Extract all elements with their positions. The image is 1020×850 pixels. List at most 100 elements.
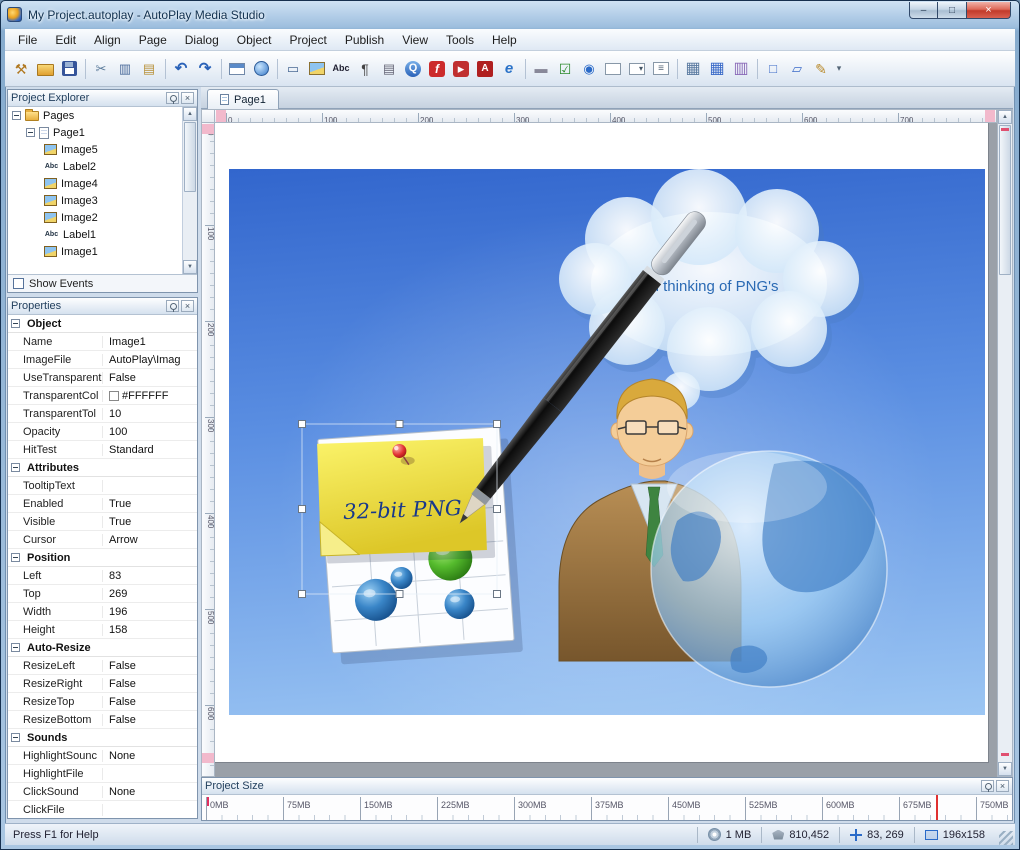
paragraph-object-icon[interactable]: ¶ xyxy=(353,56,377,82)
scroll-up-icon[interactable]: ▲ xyxy=(998,110,1012,124)
design-page[interactable]: I'm thinking of PNG's 32-bit PNG xyxy=(215,123,989,763)
property-group-attributes[interactable]: Attributes xyxy=(8,459,197,477)
tree-item-image1[interactable]: Image1 xyxy=(8,243,182,260)
collapse-icon[interactable] xyxy=(11,319,20,328)
scroll-down-icon[interactable]: ▼ xyxy=(998,762,1012,776)
property-row[interactable]: ResizeBottom False xyxy=(8,711,197,729)
redo-icon[interactable]: ↷ xyxy=(193,56,217,82)
table-object-icon[interactable]: ▦ xyxy=(705,56,729,82)
pin-icon[interactable] xyxy=(166,300,179,312)
property-row[interactable]: Opacity 100 xyxy=(8,423,197,441)
globe-graphic[interactable] xyxy=(650,450,888,688)
minimize-button[interactable]: – xyxy=(909,2,938,19)
tab-page1[interactable]: Page1 xyxy=(207,89,279,109)
project-size-header[interactable]: Project Size × xyxy=(202,778,1012,795)
property-row[interactable]: ResizeRight False xyxy=(8,675,197,693)
close-button[interactable]: × xyxy=(966,2,1011,19)
quicktime-object-icon[interactable]: Q xyxy=(401,56,425,82)
menu-file[interactable]: File xyxy=(9,31,46,49)
properties-header[interactable]: Properties × xyxy=(8,298,197,315)
grid-object-icon[interactable]: ▦ xyxy=(681,56,705,82)
property-row[interactable]: ImageFile AutoPlay\Imag xyxy=(8,351,197,369)
pin-icon[interactable] xyxy=(166,92,179,104)
collapse-icon[interactable] xyxy=(12,111,21,120)
property-row[interactable]: Left 83 xyxy=(8,567,197,585)
menu-view[interactable]: View xyxy=(393,31,437,49)
property-row[interactable]: HighlightSounc None xyxy=(8,747,197,765)
checkbox-object-icon[interactable]: ☑ xyxy=(553,56,577,82)
menu-project[interactable]: Project xyxy=(280,31,335,49)
marquee-select-icon[interactable]: ▱ xyxy=(785,56,809,82)
input-object-icon[interactable] xyxy=(601,56,625,82)
property-group-position[interactable]: Position xyxy=(8,549,197,567)
scroll-thumb[interactable] xyxy=(184,122,196,192)
property-row[interactable]: ResizeTop False xyxy=(8,693,197,711)
scroll-thumb[interactable] xyxy=(999,125,1011,275)
tree-scrollbar[interactable]: ▲ ▼ xyxy=(182,107,197,274)
copy-icon[interactable]: ▥ xyxy=(113,56,137,82)
flash-object-icon[interactable]: f xyxy=(425,56,449,82)
image-object-icon[interactable] xyxy=(305,56,329,82)
pin-icon[interactable] xyxy=(981,780,994,792)
menu-align[interactable]: Align xyxy=(85,31,130,49)
pdf-object-icon[interactable]: A xyxy=(473,56,497,82)
close-icon[interactable]: × xyxy=(181,300,194,312)
preview-web-icon[interactable] xyxy=(249,56,273,82)
menu-object[interactable]: Object xyxy=(228,31,281,49)
property-row[interactable]: Name Image1 xyxy=(8,333,197,351)
property-row[interactable]: ResizeLeft False xyxy=(8,657,197,675)
image1-object[interactable]: I'm thinking of PNG's 32-bit PNG xyxy=(229,169,985,715)
sticky-note[interactable]: 32-bit PNG xyxy=(317,438,496,564)
tree-item-image3[interactable]: Image3 xyxy=(8,192,182,209)
pencil-tool-icon[interactable]: ✎ xyxy=(809,56,833,82)
web-object-icon[interactable]: e xyxy=(497,56,521,82)
open-project-icon[interactable] xyxy=(33,56,57,82)
title-bar[interactable]: My Project.autoplay - AutoPlay Media Stu… xyxy=(7,1,889,28)
property-group-auto-resize[interactable]: Auto-Resize xyxy=(8,639,197,657)
property-row[interactable]: Top 269 xyxy=(8,585,197,603)
scroll-down-icon[interactable]: ▼ xyxy=(183,260,197,274)
select-object-icon[interactable]: □ xyxy=(761,56,785,82)
new-dialog-icon[interactable] xyxy=(225,56,249,82)
radio-object-icon[interactable]: ◉ xyxy=(577,56,601,82)
property-row[interactable]: ClickSound None xyxy=(8,783,197,801)
maximize-button[interactable]: □ xyxy=(938,2,966,19)
label-object-icon[interactable]: Abc xyxy=(329,56,353,82)
print-object-icon[interactable]: ▤ xyxy=(377,56,401,82)
property-row[interactable]: HighlightFile xyxy=(8,765,197,783)
canvas-scrollbar[interactable]: ▲ ▼ xyxy=(997,109,1013,777)
close-icon[interactable]: × xyxy=(996,780,1009,792)
scroll-up-icon[interactable]: ▲ xyxy=(183,107,197,121)
property-row[interactable]: TooltipText xyxy=(8,477,197,495)
video-object-icon[interactable]: ▸ xyxy=(449,56,473,82)
tree-item-page1[interactable]: Page1 xyxy=(8,124,182,141)
property-row[interactable]: TransparentTol 10 xyxy=(8,405,197,423)
property-row[interactable]: Visible True xyxy=(8,513,197,531)
project-explorer-header[interactable]: Project Explorer × xyxy=(8,90,197,107)
paste-icon[interactable]: ▤ xyxy=(137,56,161,82)
collapse-icon[interactable] xyxy=(11,553,20,562)
collapse-icon[interactable] xyxy=(26,128,35,137)
pushbutton-object-icon[interactable]: ▬ xyxy=(529,56,553,82)
tree-item-label1[interactable]: Abc Label1 xyxy=(8,226,182,243)
project-settings-icon[interactable]: ⚒ xyxy=(9,56,33,82)
tree-item-image4[interactable]: Image4 xyxy=(8,175,182,192)
property-group-object[interactable]: Object xyxy=(8,315,197,333)
menu-page[interactable]: Page xyxy=(130,31,176,49)
menu-dialog[interactable]: Dialog xyxy=(176,31,228,49)
save-project-icon[interactable] xyxy=(57,56,81,82)
listbox-object-icon[interactable]: ≡ xyxy=(649,56,673,82)
color-swatch[interactable] xyxy=(109,390,119,401)
tree-item-image5[interactable]: Image5 xyxy=(8,141,182,158)
combobox-object-icon[interactable]: ▾ xyxy=(625,56,649,82)
menu-help[interactable]: Help xyxy=(483,31,526,49)
datagrid-object-icon[interactable]: ▥ xyxy=(729,56,753,82)
menu-publish[interactable]: Publish xyxy=(336,31,393,49)
collapse-icon[interactable] xyxy=(11,643,20,652)
property-row[interactable]: Width 196 xyxy=(8,603,197,621)
show-events-checkbox[interactable] xyxy=(13,278,24,289)
pencil-dropdown-icon[interactable]: ▾ xyxy=(833,56,845,82)
property-row[interactable]: TransparentCol #FFFFFF xyxy=(8,387,197,405)
tree-item-pages[interactable]: Pages xyxy=(8,107,182,124)
menu-tools[interactable]: Tools xyxy=(437,31,483,49)
